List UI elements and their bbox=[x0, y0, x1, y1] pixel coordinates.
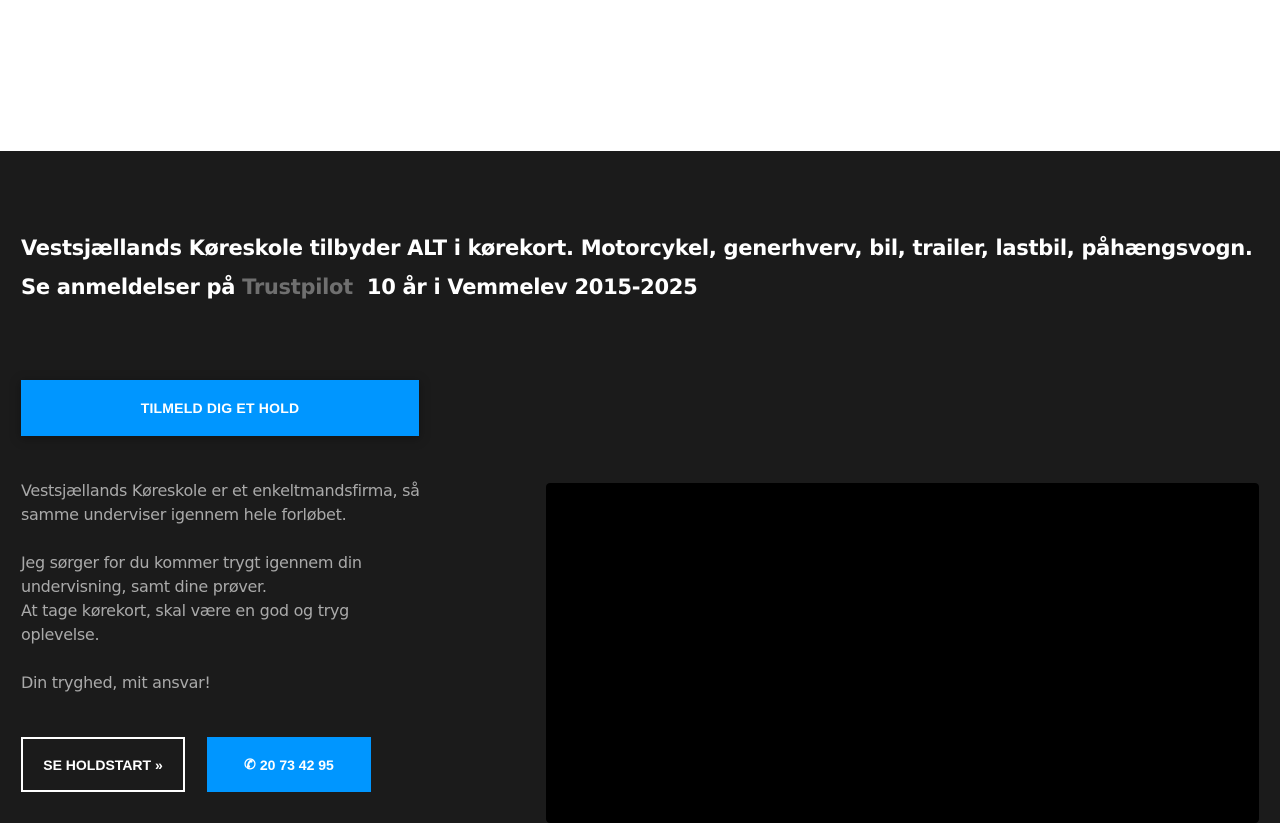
hero-headline: Vestsjællands Køreskole tilbyder ALT i k… bbox=[21, 229, 1261, 307]
intro-text: Vestsjællands Køreskole er et enkeltmand… bbox=[21, 479, 421, 695]
signup-team-button[interactable]: TILMELD DIG ET HOLD bbox=[21, 380, 419, 436]
phone-icon: ✆ bbox=[244, 756, 256, 772]
intro-paragraph: Vestsjællands Køreskole er et enkeltmand… bbox=[21, 481, 420, 524]
headline-line-2-prefix: Se anmeldelser på bbox=[21, 275, 236, 299]
phone-number: 20 73 42 95 bbox=[259, 756, 334, 773]
top-header-area bbox=[0, 0, 1280, 151]
intro-paragraph: Din tryghed, mit ansvar! bbox=[21, 673, 211, 692]
video-player[interactable] bbox=[546, 483, 1259, 823]
intro-paragraph: Jeg sørger for du kommer trygt igennem d… bbox=[21, 553, 362, 596]
phone-button[interactable]: ✆ 20 73 42 95 bbox=[207, 737, 371, 792]
see-holdstart-button[interactable]: SE HOLDSTART » bbox=[21, 737, 185, 792]
headline-line-1: Vestsjællands Køreskole tilbyder ALT i k… bbox=[21, 236, 1253, 260]
cta-button-row: SE HOLDSTART » ✆ 20 73 42 95 bbox=[21, 737, 371, 792]
trustpilot-link[interactable]: Trustpilot bbox=[242, 275, 353, 299]
intro-paragraph: At tage kørekort, skal være en god og tr… bbox=[21, 601, 349, 644]
headline-line-2-suffix: 10 år i Vemmelev 2015-2025 bbox=[366, 275, 698, 299]
